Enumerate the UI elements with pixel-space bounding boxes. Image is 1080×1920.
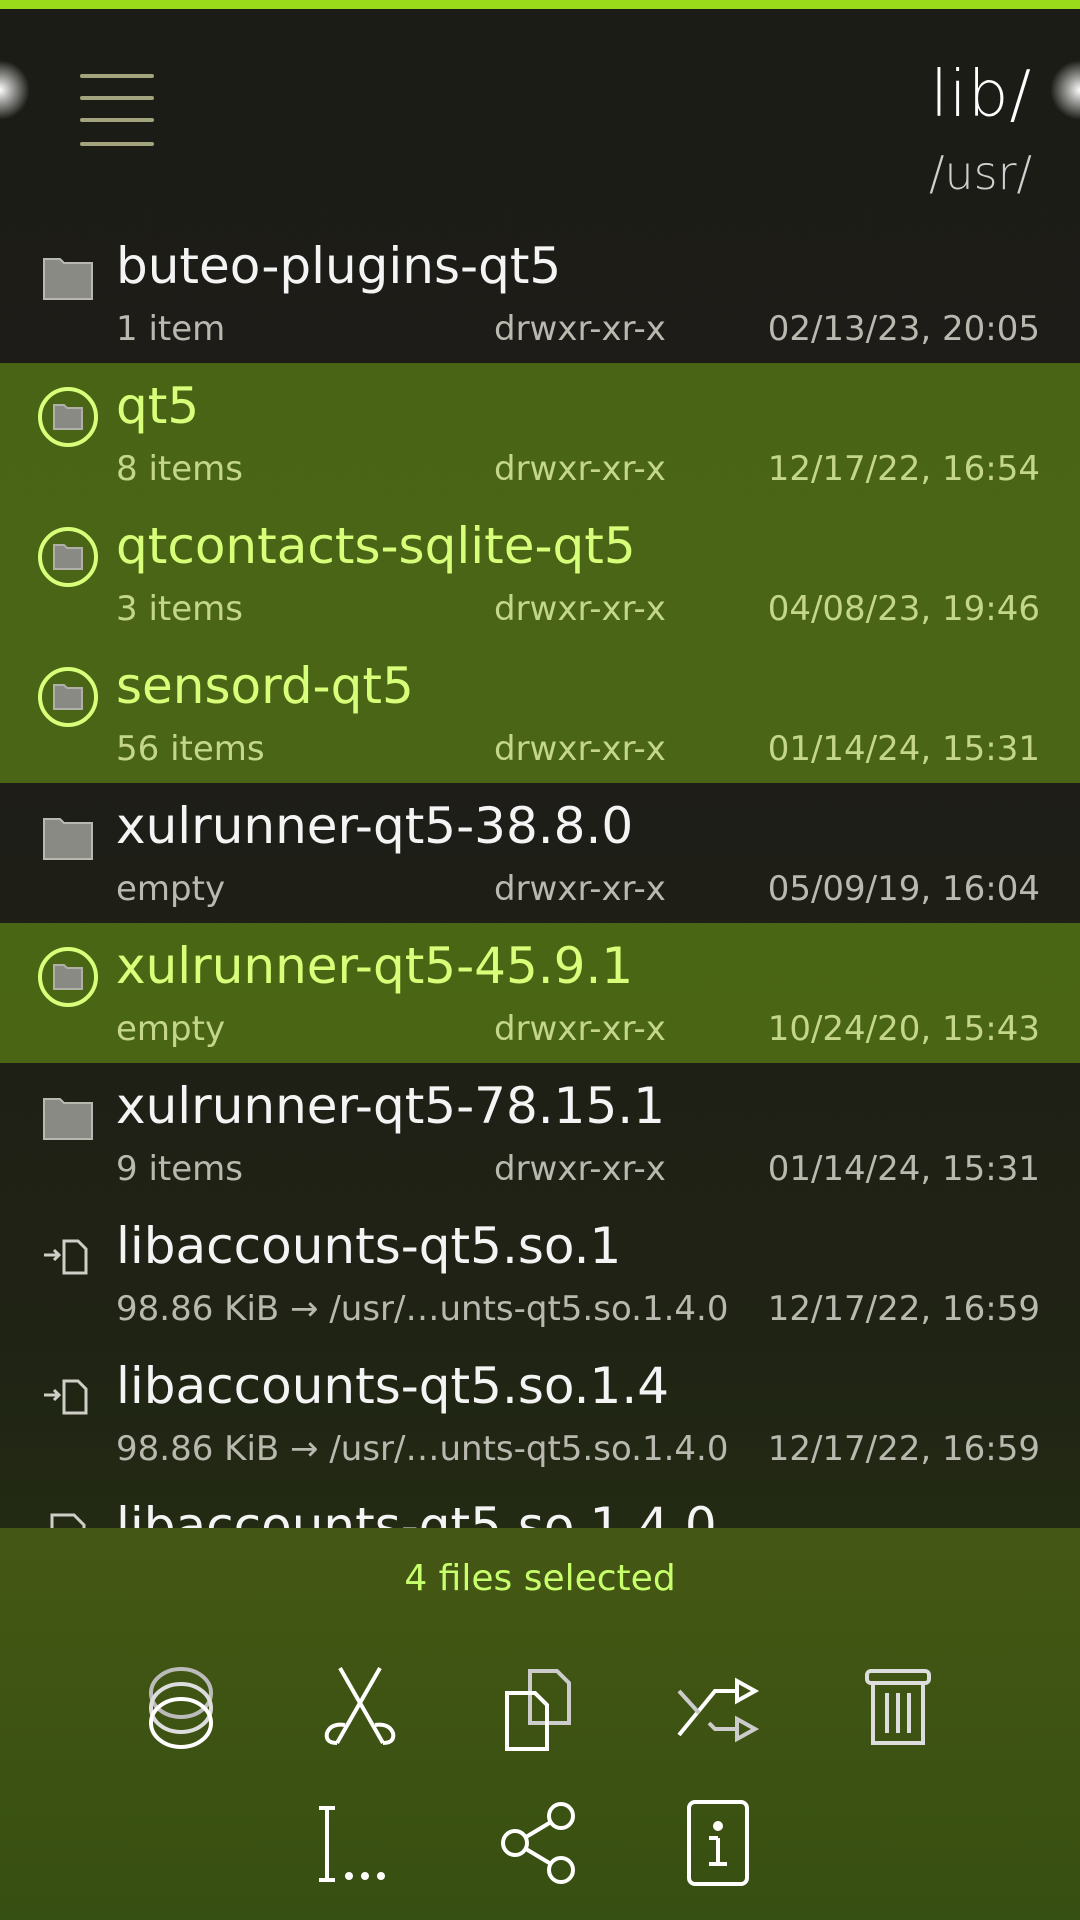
file-date: 04/08/23, 19:46: [767, 589, 1040, 629]
shuffle-icon[interactable]: [675, 1663, 765, 1753]
file-permissions: drwxr-xr-x: [494, 1149, 666, 1189]
copy-icon[interactable]: [495, 1663, 585, 1753]
file-permissions: drwxr-xr-x: [494, 309, 666, 349]
selected-folder-icon: [36, 525, 100, 589]
file-size: 98.86 KiB → /usr/…unts-qt5.so.1.4.0: [116, 1289, 729, 1329]
file-name: libaccounts-qt5.so.1.4.0: [116, 1497, 717, 1528]
file-name: qtcontacts-sqlite-qt5: [116, 517, 636, 575]
left-glow: [0, 60, 30, 120]
file-date: 05/09/19, 16:04: [767, 869, 1040, 909]
folder-icon: [36, 1085, 100, 1149]
selected-folder-icon: [36, 665, 100, 729]
file-name: libaccounts-qt5.so.1: [116, 1217, 622, 1275]
folder-icon: [36, 245, 100, 309]
selected-folder-icon: [36, 945, 100, 1009]
file-size: 1 item: [116, 309, 226, 349]
file-row[interactable]: xulrunner-qt5-45.9.1 empty drwxr-xr-x 10/24…: [0, 923, 1080, 1063]
menu-icon[interactable]: [80, 72, 154, 150]
file-size: 98.86 KiB → /usr/…unts-qt5.so.1.4.0: [116, 1429, 729, 1469]
file-permissions: drwxr-xr-x: [494, 729, 666, 769]
selection-panel: 4 files selected: [0, 1528, 1080, 1920]
top-accent-bar: [0, 0, 1080, 9]
file-row[interactable]: xulrunner-qt5-78.15.1 9 items drwxr-xr-x 01…: [0, 1063, 1080, 1203]
file-icon: [36, 1505, 100, 1528]
file-row[interactable]: sensord-qt5 56 items drwxr-xr-x 01/14/24, 1…: [0, 643, 1080, 783]
file-name: sensord-qt5: [116, 657, 414, 715]
page-title: lib/: [930, 58, 1032, 132]
delete-icon[interactable]: [855, 1663, 945, 1753]
select-all-icon[interactable]: [136, 1663, 226, 1753]
file-name: xulrunner-qt5-78.15.1: [116, 1077, 665, 1135]
file-permissions: drwxr-xr-x: [494, 1009, 666, 1049]
file-row[interactable]: libaccounts-qt5.so.1 98.86 KiB → /usr/…un…: [0, 1203, 1080, 1343]
file-date: 12/17/22, 16:59: [767, 1289, 1040, 1329]
selection-status: 4 files selected: [404, 1558, 676, 1599]
file-name: buteo-plugins-qt5: [116, 237, 562, 295]
file-row[interactable]: qt5 8 items drwxr-xr-x 12/17/22, 16:54: [0, 363, 1080, 503]
right-glow: [1050, 60, 1080, 120]
file-permissions: drwxr-xr-x: [494, 869, 666, 909]
file-size: 9 items: [116, 1149, 243, 1189]
file-list[interactable]: buteo-plugins-qt5 1 item drwxr-xr-x 02/13/2…: [0, 223, 1080, 1528]
file-row[interactable]: libaccounts-qt5.so.1.4.0: [0, 1483, 1080, 1528]
file-date: 10/24/20, 15:43: [767, 1009, 1040, 1049]
file-date: 02/13/23, 20:05: [767, 309, 1040, 349]
file-date: 01/14/24, 15:31: [767, 1149, 1040, 1189]
file-name: libaccounts-qt5.so.1.4: [116, 1357, 670, 1415]
file-row[interactable]: buteo-plugins-qt5 1 item drwxr-xr-x 02/13/2…: [0, 223, 1080, 363]
path-breadcrumb[interactable]: /usr/: [929, 146, 1032, 200]
file-row[interactable]: xulrunner-qt5-38.8.0 empty drwxr-xr-x 05/09…: [0, 783, 1080, 923]
file-size: 56 items: [116, 729, 265, 769]
file-size: 8 items: [116, 449, 243, 489]
info-icon[interactable]: [675, 1798, 765, 1888]
rename-icon[interactable]: [315, 1798, 405, 1888]
symlink-file-icon: [36, 1365, 100, 1429]
file-row[interactable]: qtcontacts-sqlite-qt5 3 items drwxr-xr-x 04…: [0, 503, 1080, 643]
symlink-file-icon: [36, 1225, 100, 1289]
cut-icon[interactable]: [315, 1663, 405, 1753]
file-date: 12/17/22, 16:54: [767, 449, 1040, 489]
file-size: 3 items: [116, 589, 243, 629]
file-permissions: drwxr-xr-x: [494, 449, 666, 489]
file-name: xulrunner-qt5-45.9.1: [116, 937, 634, 995]
file-name: xulrunner-qt5-38.8.0: [116, 797, 634, 855]
selected-folder-icon: [36, 385, 100, 449]
file-size: empty: [116, 1009, 226, 1049]
file-name: qt5: [116, 377, 200, 435]
file-row[interactable]: libaccounts-qt5.so.1.4 98.86 KiB → /usr/……: [0, 1343, 1080, 1483]
file-date: 12/17/22, 16:59: [767, 1429, 1040, 1469]
folder-icon: [36, 805, 100, 869]
file-permissions: drwxr-xr-x: [494, 589, 666, 629]
share-icon[interactable]: [495, 1798, 585, 1888]
file-date: 01/14/24, 15:31: [767, 729, 1040, 769]
file-size: empty: [116, 869, 226, 909]
